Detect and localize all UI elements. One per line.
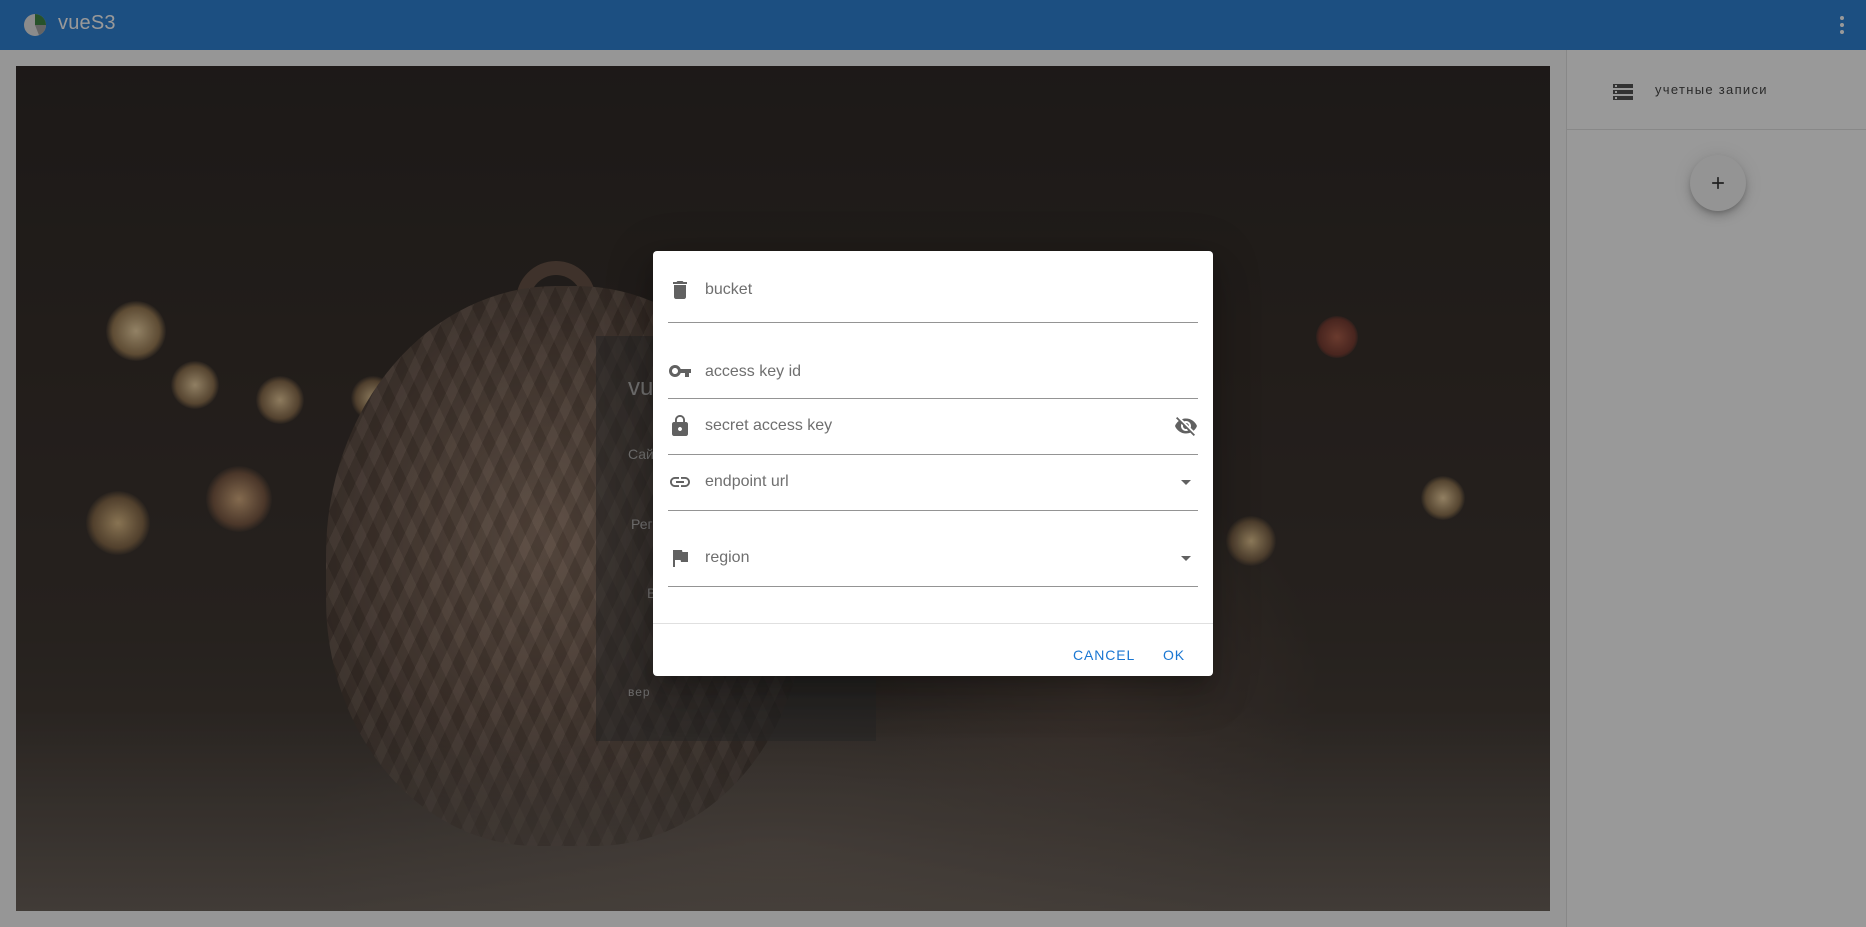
- flag-icon: [673, 550, 688, 567]
- bucket-field: [668, 265, 1198, 323]
- secret-access-key-field: [668, 399, 1198, 455]
- eye-off-icon[interactable]: [1174, 414, 1198, 438]
- endpoint-url-input[interactable]: [705, 470, 1175, 494]
- region-input[interactable]: [705, 546, 1175, 570]
- ok-button[interactable]: OK: [1155, 637, 1193, 673]
- access-key-id-input[interactable]: [705, 360, 1175, 384]
- add-account-dialog: CANCEL OK: [653, 251, 1213, 676]
- bucket-input[interactable]: [705, 278, 1175, 302]
- menu-down-icon[interactable]: [1174, 546, 1198, 570]
- cancel-button[interactable]: CANCEL: [1065, 637, 1143, 673]
- link-icon: [670, 477, 690, 487]
- secret-access-key-input[interactable]: [705, 414, 1175, 438]
- region-field[interactable]: [668, 511, 1198, 587]
- trash-can-icon: [673, 281, 687, 299]
- dialog-actions-divider: [653, 623, 1213, 624]
- menu-down-icon[interactable]: [1174, 470, 1198, 494]
- access-key-id-field: [668, 323, 1198, 399]
- endpoint-url-field[interactable]: [668, 455, 1198, 511]
- key-icon: [669, 365, 691, 377]
- lock-icon: [672, 415, 688, 436]
